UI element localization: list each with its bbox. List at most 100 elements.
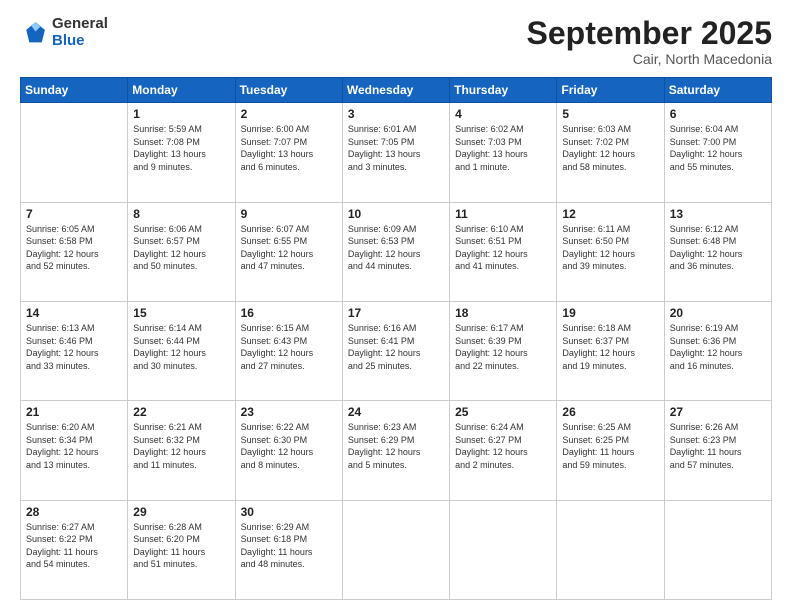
day-info: Sunrise: 6:13 AM Sunset: 6:46 PM Dayligh… <box>26 322 122 372</box>
day-info: Sunrise: 6:28 AM Sunset: 6:20 PM Dayligh… <box>133 521 229 571</box>
day-number: 22 <box>133 405 229 419</box>
calendar-cell: 16 Sunrise: 6:15 AM Sunset: 6:43 PM Dayli… <box>235 301 342 400</box>
calendar-cell: 23Sunrise: 6:22 AM Sunset: 6:30 PM Dayli… <box>235 401 342 500</box>
day-number: 18 <box>455 306 551 320</box>
logo-general-text: General <box>52 16 108 33</box>
calendar-cell: 1 Sunrise: 5:59 AM Sunset: 7:08 PM Daylig… <box>128 103 235 202</box>
location-subtitle: Cair, North Macedonia <box>527 51 772 67</box>
calendar-cell: 4 Sunrise: 6:02 AM Sunset: 7:03 PM Daylig… <box>450 103 557 202</box>
day-info: Sunrise: 6:29 AM Sunset: 6:18 PM Dayligh… <box>241 521 337 571</box>
calendar-cell: 13 Sunrise: 6:12 AM Sunset: 6:48 PM Dayli… <box>664 202 771 301</box>
day-info: Sunrise: 6:22 AM Sunset: 6:30 PM Dayligh… <box>241 421 337 471</box>
calendar-cell: 6Sunrise: 6:04 AM Sunset: 7:00 PM Daylig… <box>664 103 771 202</box>
day-info: Sunrise: 6:23 AM Sunset: 6:29 PM Dayligh… <box>348 421 444 471</box>
day-number: 11 <box>455 207 551 221</box>
day-number: 9 <box>241 207 337 221</box>
calendar-cell: 29 Sunrise: 6:28 AM Sunset: 6:20 PM Dayli… <box>128 500 235 599</box>
calendar-row-3: 14 Sunrise: 6:13 AM Sunset: 6:46 PM Dayli… <box>21 301 772 400</box>
day-number: 1 <box>133 107 229 121</box>
header-saturday: Saturday <box>664 78 771 103</box>
logo-icon <box>20 19 48 47</box>
calendar-cell: 22 Sunrise: 6:21 AM Sunset: 6:32 PM Dayli… <box>128 401 235 500</box>
day-number: 14 <box>26 306 122 320</box>
day-number: 16 <box>241 306 337 320</box>
day-info: Sunrise: 6:24 AM Sunset: 6:27 PM Dayligh… <box>455 421 551 471</box>
calendar-cell: 5 Sunrise: 6:03 AM Sunset: 7:02 PM Daylig… <box>557 103 664 202</box>
day-number: 29 <box>133 505 229 519</box>
calendar-cell <box>664 500 771 599</box>
header-thursday: Thursday <box>450 78 557 103</box>
day-number: 28 <box>26 505 122 519</box>
day-number: 15 <box>133 306 229 320</box>
logo: General Blue <box>20 16 108 49</box>
day-number: 25 <box>455 405 551 419</box>
calendar-cell: 8 Sunrise: 6:06 AM Sunset: 6:57 PM Daylig… <box>128 202 235 301</box>
calendar-table: Sunday Monday Tuesday Wednesday Thursday… <box>20 77 772 600</box>
calendar-cell: 28Sunrise: 6:27 AM Sunset: 6:22 PM Dayli… <box>21 500 128 599</box>
calendar-row-5: 28Sunrise: 6:27 AM Sunset: 6:22 PM Dayli… <box>21 500 772 599</box>
day-info: Sunrise: 6:25 AM Sunset: 6:25 PM Dayligh… <box>562 421 658 471</box>
day-info: Sunrise: 6:10 AM Sunset: 6:51 PM Dayligh… <box>455 223 551 273</box>
day-info: Sunrise: 6:05 AM Sunset: 6:58 PM Dayligh… <box>26 223 122 273</box>
calendar-cell: 25 Sunrise: 6:24 AM Sunset: 6:27 PM Dayli… <box>450 401 557 500</box>
title-block: September 2025 Cair, North Macedonia <box>527 16 772 67</box>
calendar-cell: 30Sunrise: 6:29 AM Sunset: 6:18 PM Dayli… <box>235 500 342 599</box>
calendar-cell: 11 Sunrise: 6:10 AM Sunset: 6:51 PM Dayli… <box>450 202 557 301</box>
calendar-cell: 19 Sunrise: 6:18 AM Sunset: 6:37 PM Dayli… <box>557 301 664 400</box>
day-info: Sunrise: 6:26 AM Sunset: 6:23 PM Dayligh… <box>670 421 766 471</box>
day-number: 24 <box>348 405 444 419</box>
calendar-cell <box>21 103 128 202</box>
day-number: 13 <box>670 207 766 221</box>
calendar-cell: 3Sunrise: 6:01 AM Sunset: 7:05 PM Daylig… <box>342 103 449 202</box>
calendar-cell <box>450 500 557 599</box>
calendar-cell: 20 Sunrise: 6:19 AM Sunset: 6:36 PM Dayli… <box>664 301 771 400</box>
day-number: 21 <box>26 405 122 419</box>
day-info: Sunrise: 6:12 AM Sunset: 6:48 PM Dayligh… <box>670 223 766 273</box>
day-info: Sunrise: 6:15 AM Sunset: 6:43 PM Dayligh… <box>241 322 337 372</box>
day-info: Sunrise: 6:00 AM Sunset: 7:07 PM Dayligh… <box>241 123 337 173</box>
calendar-cell: 21Sunrise: 6:20 AM Sunset: 6:34 PM Dayli… <box>21 401 128 500</box>
day-info: Sunrise: 6:21 AM Sunset: 6:32 PM Dayligh… <box>133 421 229 471</box>
calendar-cell: 10 Sunrise: 6:09 AM Sunset: 6:53 PM Dayli… <box>342 202 449 301</box>
calendar-row-4: 21Sunrise: 6:20 AM Sunset: 6:34 PM Dayli… <box>21 401 772 500</box>
day-number: 17 <box>348 306 444 320</box>
header-sunday: Sunday <box>21 78 128 103</box>
day-number: 27 <box>670 405 766 419</box>
header-tuesday: Tuesday <box>235 78 342 103</box>
day-number: 8 <box>133 207 229 221</box>
month-title: September 2025 <box>527 16 772 51</box>
calendar-cell: 2Sunrise: 6:00 AM Sunset: 7:07 PM Daylig… <box>235 103 342 202</box>
calendar-cell <box>342 500 449 599</box>
header: General Blue September 2025 Cair, North … <box>20 16 772 67</box>
calendar-row-2: 7 Sunrise: 6:05 AM Sunset: 6:58 PM Daylig… <box>21 202 772 301</box>
day-info: Sunrise: 6:09 AM Sunset: 6:53 PM Dayligh… <box>348 223 444 273</box>
calendar-cell: 17Sunrise: 6:16 AM Sunset: 6:41 PM Dayli… <box>342 301 449 400</box>
day-info: Sunrise: 6:18 AM Sunset: 6:37 PM Dayligh… <box>562 322 658 372</box>
day-number: 19 <box>562 306 658 320</box>
day-info: Sunrise: 6:19 AM Sunset: 6:36 PM Dayligh… <box>670 322 766 372</box>
day-number: 20 <box>670 306 766 320</box>
weekday-header-row: Sunday Monday Tuesday Wednesday Thursday… <box>21 78 772 103</box>
day-number: 5 <box>562 107 658 121</box>
calendar-cell <box>557 500 664 599</box>
day-number: 6 <box>670 107 766 121</box>
calendar-cell: 9Sunrise: 6:07 AM Sunset: 6:55 PM Daylig… <box>235 202 342 301</box>
calendar-cell: 26 Sunrise: 6:25 AM Sunset: 6:25 PM Dayli… <box>557 401 664 500</box>
page: General Blue September 2025 Cair, North … <box>0 0 792 612</box>
calendar-cell: 27 Sunrise: 6:26 AM Sunset: 6:23 PM Dayli… <box>664 401 771 500</box>
day-info: Sunrise: 6:02 AM Sunset: 7:03 PM Dayligh… <box>455 123 551 173</box>
day-number: 10 <box>348 207 444 221</box>
header-friday: Friday <box>557 78 664 103</box>
day-info: Sunrise: 6:17 AM Sunset: 6:39 PM Dayligh… <box>455 322 551 372</box>
calendar-cell: 14 Sunrise: 6:13 AM Sunset: 6:46 PM Dayli… <box>21 301 128 400</box>
day-info: Sunrise: 6:06 AM Sunset: 6:57 PM Dayligh… <box>133 223 229 273</box>
day-info: Sunrise: 5:59 AM Sunset: 7:08 PM Dayligh… <box>133 123 229 173</box>
header-wednesday: Wednesday <box>342 78 449 103</box>
calendar-cell: 15Sunrise: 6:14 AM Sunset: 6:44 PM Dayli… <box>128 301 235 400</box>
day-number: 4 <box>455 107 551 121</box>
day-number: 7 <box>26 207 122 221</box>
day-info: Sunrise: 6:03 AM Sunset: 7:02 PM Dayligh… <box>562 123 658 173</box>
day-number: 26 <box>562 405 658 419</box>
calendar-cell: 24 Sunrise: 6:23 AM Sunset: 6:29 PM Dayli… <box>342 401 449 500</box>
day-number: 12 <box>562 207 658 221</box>
